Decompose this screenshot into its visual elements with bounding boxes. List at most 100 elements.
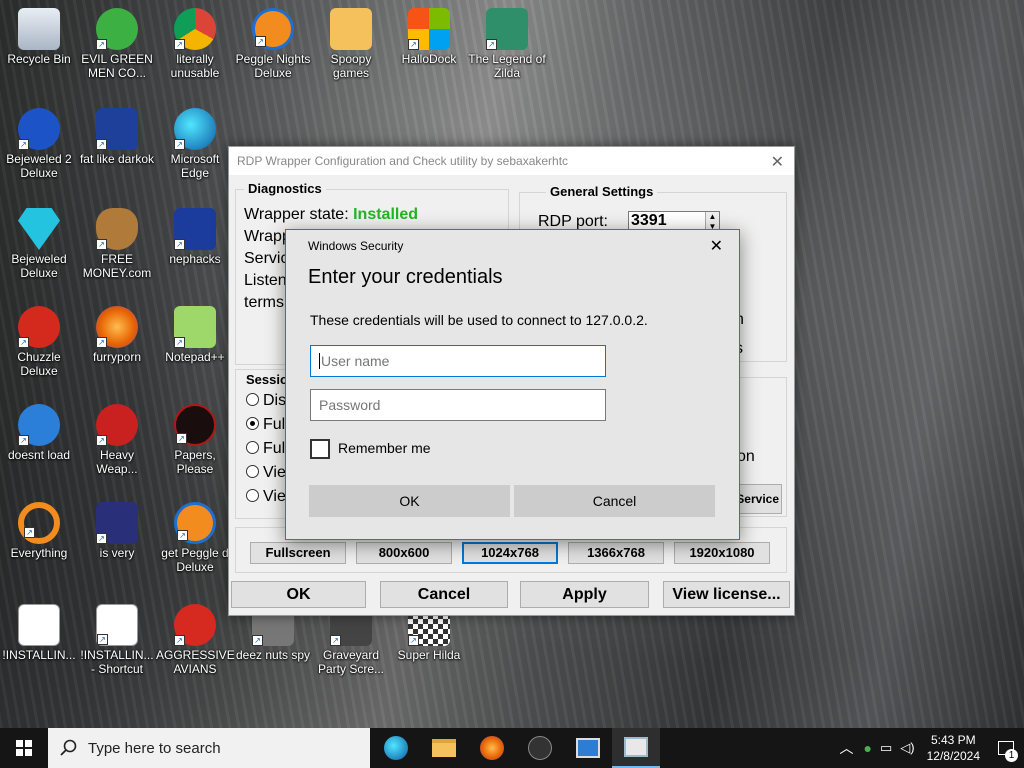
angry-bird-icon[interactable]: ↗ AGGRESSIVE AVIANS <box>156 604 235 676</box>
taskbar-terminal[interactable] <box>516 728 564 768</box>
icon-label: Notepad++ <box>165 350 225 364</box>
taskbar-file-explorer[interactable] <box>420 728 468 768</box>
radio-icon <box>246 465 259 478</box>
session-option[interactable]: Vie <box>246 488 286 506</box>
bejeweled-icon[interactable]: Bejeweled Deluxe <box>0 208 78 280</box>
peggle-icon[interactable]: ↗ Peggle Nights Deluxe <box>234 8 312 80</box>
diagnostics-line: terms <box>244 294 284 311</box>
document-icon[interactable]: !INSTALLIN... <box>0 604 78 662</box>
recycle-bin-icon[interactable]: Recycle Bin <box>0 8 78 66</box>
res-1024x768-button[interactable]: 1024x768 <box>462 542 558 564</box>
icon-label: Heavy Weap... <box>96 448 138 476</box>
session-option[interactable]: Dis <box>246 392 286 410</box>
option-label: Ful <box>263 416 286 433</box>
papers-please-icon[interactable]: ↗ Papers, Please <box>156 404 234 476</box>
remember-me-checkbox[interactable] <box>310 439 330 459</box>
session-option[interactable]: Ful <box>246 416 285 434</box>
network-icon[interactable]: ▭ <box>876 740 896 756</box>
icon-label: Everything <box>10 546 68 560</box>
notification-center-icon[interactable]: 1 <box>988 728 1024 768</box>
icon-label: Spoopy games <box>330 52 372 80</box>
rdp-apply-button[interactable]: Apply <box>520 581 649 608</box>
rdp-title: RDP Wrapper Configuration and Check util… <box>237 154 569 168</box>
session-option[interactable]: Vie <box>246 464 286 482</box>
mpl-shield-icon[interactable]: ↗ is very <box>78 502 156 560</box>
icon-label: is very <box>99 546 135 560</box>
firefox-icon[interactable]: ↗ furryporn <box>78 306 156 364</box>
security-dialog-title: Windows Security <box>308 239 404 253</box>
diagnostics-line: Listen <box>244 272 287 289</box>
radiation-icon[interactable]: ↗ Heavy Weap... <box>78 404 156 476</box>
bejeweled2-icon[interactable]: ↗ Bejeweled 2 Deluxe <box>0 108 78 180</box>
clock[interactable]: 5:43 PM 12/8/2024 <box>919 732 988 764</box>
rdp-ok-button[interactable]: OK <box>231 581 366 608</box>
money-bag-icon[interactable]: ↗ FREE MONEY.com <box>78 208 156 280</box>
start-button[interactable] <box>0 728 48 768</box>
chevron-up-icon[interactable]: ︿ <box>834 738 860 758</box>
option-label: Dis <box>263 392 287 409</box>
taskbar-remote-desktop[interactable] <box>564 728 612 768</box>
document-shortcut-icon[interactable]: ↗ !INSTALLIN... - Shortcut <box>78 604 156 676</box>
volume-icon[interactable]: ◁) <box>896 740 918 756</box>
password-field[interactable]: Password <box>310 389 606 421</box>
res-800x600-button[interactable]: 800x600 <box>356 542 452 564</box>
folder-icon[interactable]: Spoopy games <box>312 8 390 80</box>
password-placeholder: Password <box>319 397 381 413</box>
session-title: Sessio <box>246 372 288 387</box>
icon-label: nephacks <box>169 252 221 266</box>
user-icon[interactable]: ● <box>860 740 876 756</box>
icon-label: The Legend of Zilda <box>468 52 546 80</box>
diagnostics-title: Diagnostics <box>244 181 326 196</box>
rdp-title-bar[interactable]: RDP Wrapper Configuration and Check util… <box>229 147 794 175</box>
icon-label: fat like darkok <box>79 152 155 166</box>
username-placeholder: User name <box>321 353 390 369</box>
chuzzle-icon[interactable]: ↗ Chuzzle Deluxe <box>0 306 78 378</box>
service-button[interactable]: Service <box>734 484 782 514</box>
notepad-plus-plus-icon[interactable]: ↗ Notepad++ <box>156 306 234 364</box>
radio-icon <box>246 441 259 454</box>
mpl-icon[interactable]: ↗ fat like darkok <box>78 108 156 166</box>
res-1366x768-button[interactable]: 1366x768 <box>568 542 664 564</box>
taskbar-firefox[interactable] <box>468 728 516 768</box>
icon-label: Bejeweled Deluxe <box>11 252 67 280</box>
credentials-cancel-button[interactable]: Cancel <box>514 485 715 517</box>
icon-label: Bejeweled 2 Deluxe <box>6 152 72 180</box>
icon-label: FREE MONEY.com <box>82 252 152 280</box>
notification-badge: 1 <box>1005 749 1018 762</box>
everything-search-icon[interactable]: ↗ Everything <box>0 502 78 560</box>
credentials-description: These credentials will be used to connec… <box>310 312 648 328</box>
taskbar-rdpconf[interactable] <box>612 728 660 768</box>
icon-label: literally unusable <box>170 52 220 80</box>
icon-label: !INSTALLIN... - Shortcut <box>80 648 154 676</box>
credentials-ok-button[interactable]: OK <box>309 485 510 517</box>
mpi-icon[interactable]: ↗ nephacks <box>156 208 234 266</box>
view-license-button[interactable]: View license... <box>663 581 790 608</box>
session-option[interactable]: Ful <box>246 440 285 458</box>
blue-bird-icon[interactable]: ↗ doesnt load <box>0 404 78 462</box>
rdp-cancel-button[interactable]: Cancel <box>380 581 508 608</box>
close-icon[interactable]: ✕ <box>710 236 723 256</box>
edge-icon[interactable]: ↗ Microsoft Edge <box>156 108 234 180</box>
icon-label: EVIL GREEN MEN CO... <box>81 52 153 80</box>
zelda-icon[interactable]: ↗ The Legend of Zilda <box>468 8 546 80</box>
taskbar-search-box[interactable]: Type here to search <box>48 728 370 768</box>
icon-label: Papers, Please <box>174 448 216 476</box>
windows-logo-icon[interactable]: ↗ HalloDock <box>390 8 468 66</box>
remote-desktop-icon <box>576 738 600 758</box>
windows-security-dialog: Windows Security ✕ Enter your credential… <box>285 229 740 540</box>
icon-label: Chuzzle Deluxe <box>17 350 61 378</box>
option-label: Ful <box>263 440 286 457</box>
res-1920x1080-button[interactable]: 1920x1080 <box>674 542 770 564</box>
icon-label: Microsoft Edge <box>170 152 220 180</box>
peggle-deluxe-icon[interactable]: ↗ get Peggle d Deluxe <box>156 502 234 574</box>
res-fullscreen-button[interactable]: Fullscreen <box>250 542 346 564</box>
remember-me-label[interactable]: Remember me <box>338 440 431 456</box>
radio-selected-icon <box>246 417 259 430</box>
taskbar-edge[interactable] <box>372 728 420 768</box>
chrome-icon[interactable]: ↗ literally unusable <box>156 8 234 80</box>
rdp-port-value: 3391 <box>631 212 667 229</box>
desktop-shortcut-icon[interactable]: ↗ EVIL GREEN MEN CO... <box>78 8 156 80</box>
taskbar: Type here to search ︿ ● ▭ ◁) 5:43 PM 12/… <box>0 728 1024 768</box>
rdp-close-icon[interactable]: ✕ <box>771 152 784 172</box>
username-field[interactable]: User name <box>310 345 606 377</box>
